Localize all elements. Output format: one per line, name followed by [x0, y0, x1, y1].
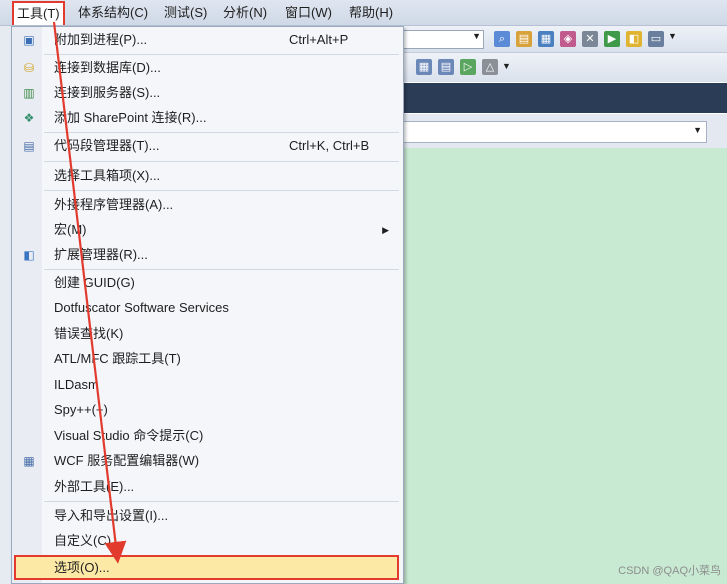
standard-toolbar: ▼ ⌕ ▤ ▦ ◈ ✕ ▶ ◧ ▭ ▼: [402, 26, 727, 53]
menu-item-label: 错误查找(K): [54, 326, 124, 341]
menu-item-label: 连接到数据库(D)...: [54, 60, 161, 75]
menu-item-label: Spy++(+): [54, 402, 108, 417]
grid-icon[interactable]: ▦: [416, 59, 432, 75]
menu-item-import-export-settings[interactable]: 导入和导出设置(I)...: [12, 504, 401, 528]
tools-menu: ▣ 附加到进程(P)... Ctrl+Alt+P ⛁ 连接到数据库(D)... …: [11, 26, 404, 584]
watermark-text: CSDN @QAQ小菜鸟: [618, 565, 721, 577]
navigation-dropdown[interactable]: ▼: [402, 121, 707, 143]
menu-item-add-sharepoint[interactable]: ❖ 添加 SharePoint 连接(R)...: [12, 106, 401, 130]
menu-item-label: 创建 GUID(G): [54, 275, 135, 290]
menu-separator: [44, 54, 399, 55]
menu-item-vs-command-prompt[interactable]: Visual Studio 命令提示(C): [12, 424, 401, 448]
menu-analyze[interactable]: 分析(N): [219, 3, 271, 22]
chevron-down-icon: ▼: [472, 31, 481, 41]
menu-item-macros[interactable]: 宏(M) ▶: [12, 218, 401, 242]
menu-item-choose-toolbox[interactable]: 选择工具箱项(X)...: [12, 164, 401, 188]
navigation-bar: ▼: [402, 114, 727, 148]
extension-manager-icon: ◧: [23, 248, 35, 262]
object-browser-icon[interactable]: ◈: [560, 31, 576, 47]
menu-separator: [44, 269, 399, 270]
menu-separator: [44, 501, 399, 502]
align-icon[interactable]: △: [482, 59, 498, 75]
menu-item-spy[interactable]: Spy++(+): [12, 398, 401, 422]
document-tab-strip: [402, 83, 727, 113]
find-icon[interactable]: ⌕: [494, 31, 510, 47]
menu-item-customize[interactable]: 自定义(C)...: [12, 529, 401, 553]
editor-area[interactable]: [402, 148, 727, 584]
menu-item-shortcut: Ctrl+Alt+P: [289, 32, 349, 47]
tools-icon[interactable]: ✕: [582, 31, 598, 47]
menu-item-label: 附加到进程(P)...: [54, 32, 148, 47]
database-icon: ⛁: [23, 61, 35, 75]
table-icon[interactable]: ▤: [438, 59, 454, 75]
menu-item-addin-manager[interactable]: 外接程序管理器(A)...: [12, 193, 401, 217]
menu-test[interactable]: 测试(S): [160, 3, 211, 22]
sharepoint-icon: ❖: [23, 111, 35, 125]
menu-item-extension-manager[interactable]: ◧ 扩展管理器(R)...: [12, 243, 401, 267]
menu-help[interactable]: 帮助(H): [345, 3, 397, 22]
menu-item-external-tools[interactable]: 外部工具(E)...: [12, 475, 401, 499]
wcf-config-icon: ▦: [23, 454, 35, 468]
menu-item-label: 代码段管理器(T)...: [54, 138, 160, 153]
start-page-icon[interactable]: ▶: [604, 31, 620, 47]
play-icon[interactable]: ▷: [460, 59, 476, 75]
menu-item-label: 扩展管理器(R)...: [54, 247, 148, 262]
menu-item-options[interactable]: 选项(O)...: [14, 555, 399, 580]
server-icon: ▥: [23, 86, 35, 100]
menu-item-dotfuscator[interactable]: Dotfuscator Software Services: [12, 296, 401, 320]
menu-item-label: 外接程序管理器(A)...: [54, 197, 174, 212]
menu-item-label: ATL/MFC 跟踪工具(T): [54, 351, 181, 366]
menu-item-connect-server[interactable]: ▥ 连接到服务器(S)...: [12, 81, 401, 105]
chevron-down-icon: ▼: [693, 125, 702, 135]
menu-separator: [44, 161, 399, 162]
menu-architecture[interactable]: 体系结构(C): [74, 3, 152, 22]
menu-item-label: 外部工具(E)...: [54, 479, 135, 494]
attach-process-icon: ▣: [23, 33, 35, 47]
menu-separator: [44, 132, 399, 133]
menu-bar: 工具(T) 体系结构(C) 测试(S) 分析(N) 窗口(W) 帮助(H): [0, 0, 727, 26]
menu-item-create-guid[interactable]: 创建 GUID(G): [12, 271, 401, 295]
menu-item-label: WCF 服务配置编辑器(W): [54, 453, 200, 468]
window-icon[interactable]: ▭: [648, 31, 664, 47]
menu-item-code-snippets[interactable]: ▤ 代码段管理器(T)... Ctrl+K, Ctrl+B: [12, 134, 401, 158]
menu-item-label: Visual Studio 命令提示(C): [54, 428, 204, 443]
menu-item-label: 添加 SharePoint 连接(R)...: [54, 110, 207, 125]
menu-item-label: 导入和导出设置(I)...: [54, 508, 169, 523]
menu-item-attach-to-process[interactable]: ▣ 附加到进程(P)... Ctrl+Alt+P: [12, 28, 401, 52]
menu-item-wcf-config-editor[interactable]: ▦ WCF 服务配置编辑器(W): [12, 449, 401, 473]
menu-item-label: 连接到服务器(S)...: [54, 85, 161, 100]
submenu-arrow-icon: ▶: [382, 225, 389, 235]
menu-item-label: 自定义(C)...: [54, 533, 122, 548]
menu-item-label: 选择工具箱项(X)...: [54, 168, 161, 183]
menu-item-label: 宏(M): [54, 222, 87, 237]
menu-separator: [44, 190, 399, 191]
chevron-down-icon[interactable]: ▼: [668, 31, 677, 41]
solution-explorer-icon[interactable]: ▦: [538, 31, 554, 47]
code-snippet-icon: ▤: [23, 139, 35, 153]
chevron-down-icon[interactable]: ▼: [502, 61, 511, 71]
menu-item-label: 选项(O)...: [54, 560, 110, 575]
menu-item-shortcut: Ctrl+K, Ctrl+B: [289, 138, 370, 153]
menu-item-label: Dotfuscator Software Services: [54, 300, 229, 315]
menu-item-ildasm[interactable]: ILDasm: [12, 373, 401, 397]
menu-window[interactable]: 窗口(W): [281, 3, 336, 22]
toolbar-combo[interactable]: ▼: [402, 30, 484, 49]
properties-icon[interactable]: ▤: [516, 31, 532, 47]
menu-item-atl-mfc-trace[interactable]: ATL/MFC 跟踪工具(T): [12, 347, 401, 371]
menu-item-error-lookup[interactable]: 错误查找(K): [12, 322, 401, 346]
extension-icon[interactable]: ◧: [626, 31, 642, 47]
secondary-toolbar: ▦ ▤ ▷ △ ▼: [402, 53, 727, 82]
menu-item-connect-database[interactable]: ⛁ 连接到数据库(D)...: [12, 56, 401, 80]
menu-item-label: ILDasm: [54, 377, 99, 392]
menu-tools[interactable]: 工具(T): [12, 1, 65, 25]
